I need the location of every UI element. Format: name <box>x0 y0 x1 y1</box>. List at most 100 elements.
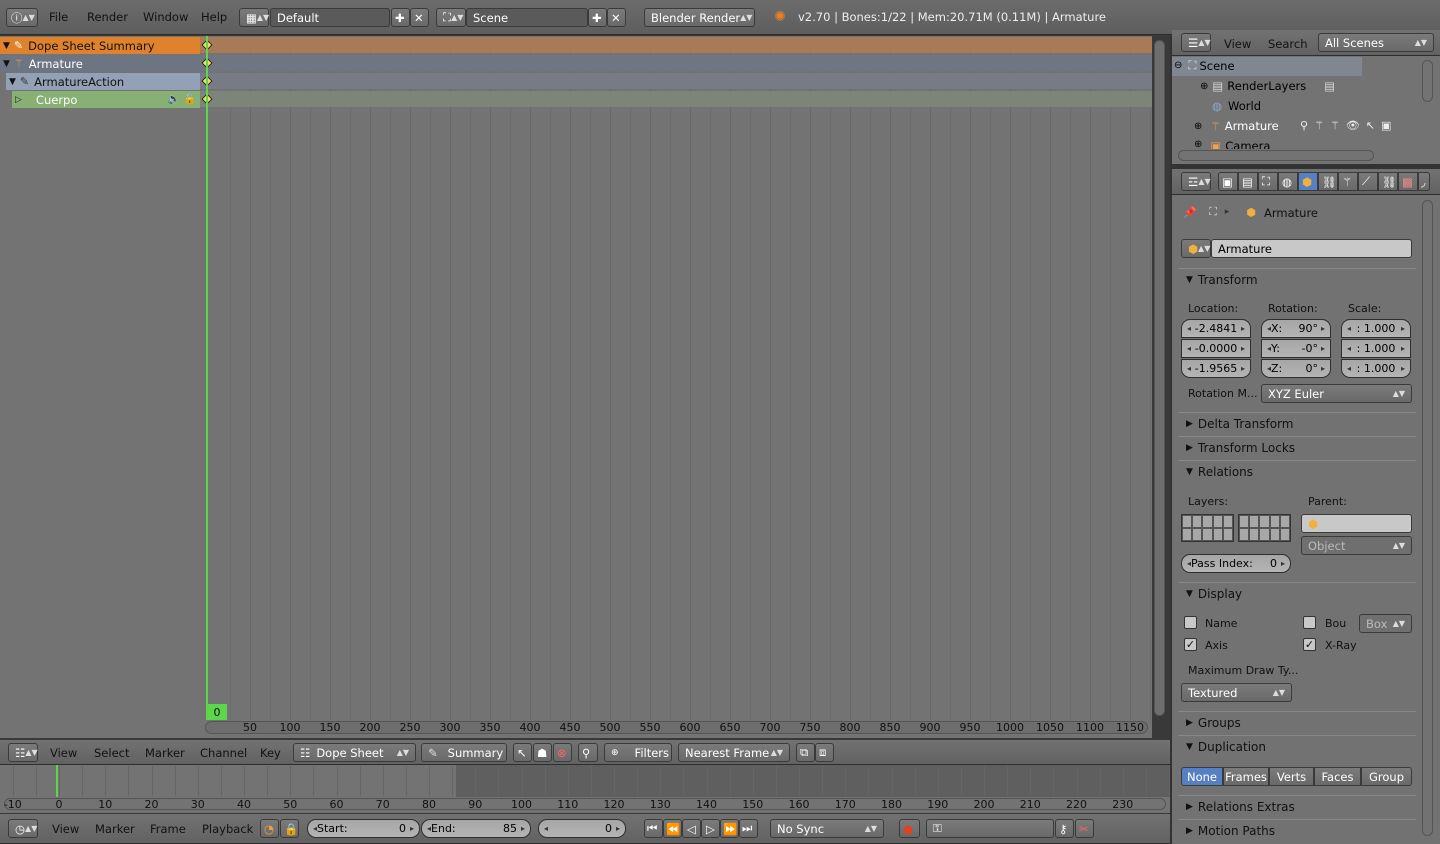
scene-field[interactable]: Scene <box>466 8 588 27</box>
outliner-menu-search[interactable]: Search <box>1268 37 1308 51</box>
menu-help[interactable]: Help <box>201 10 227 24</box>
tab-scene[interactable]: ⛶ <box>1258 172 1278 191</box>
add-screen-button[interactable]: ✚ <box>391 8 410 27</box>
editor-type-info-button[interactable]: ⓘ ▲▼ <box>6 8 38 27</box>
tab-bone[interactable]: ⟋ <box>1358 172 1378 191</box>
lock-time-cursor-button[interactable]: 🔒 <box>280 819 299 838</box>
display-xray-checkbox[interactable]: ✓ <box>1303 638 1316 651</box>
timeline-menu-marker[interactable]: Marker <box>95 822 135 836</box>
timeline-menu-view[interactable]: View <box>52 822 79 836</box>
dupli-frames-button[interactable]: Frames <box>1223 767 1269 786</box>
timeline-playhead[interactable] <box>56 765 58 797</box>
jump-to-start-button[interactable]: ⏮ <box>644 819 663 838</box>
outliner-menu-view[interactable]: View <box>1224 37 1251 51</box>
dopesheet-vertical-scrollbar[interactable] <box>1154 40 1165 716</box>
eye-icon[interactable]: 👁 <box>1346 119 1360 132</box>
channel-cuerpo[interactable]: ▷ Cuerpo 🔈 🔓 <box>12 91 200 108</box>
auto-snap-dropdown[interactable]: Nearest Frame ▲▼ <box>678 743 790 762</box>
panel-transform-header[interactable]: ▼ Transform <box>1178 268 1416 290</box>
display-bounds-checkbox[interactable] <box>1303 616 1316 629</box>
panel-motion-paths-header[interactable]: ▶ Motion Paths <box>1178 819 1416 841</box>
delete-scene-button[interactable]: ✕ <box>607 8 626 27</box>
bounds-type-dropdown[interactable]: Box ▲▼ <box>1359 614 1412 633</box>
editor-type-timeline-button[interactable]: ◷ ▲▼ <box>8 819 38 838</box>
bone-icon[interactable]: ⚚ <box>1330 119 1340 132</box>
auto-keyframe-record-button[interactable]: ● <box>899 819 920 838</box>
render-layer-toggle-icon[interactable]: ▤ <box>1324 79 1335 93</box>
menu-window[interactable]: Window <box>143 10 188 24</box>
object-name-field[interactable]: Armature <box>1211 239 1412 258</box>
render-engine-dropdown[interactable]: Blender Render ▲▼ <box>644 8 755 27</box>
tab-bone-constraints[interactable]: ⛓ <box>1378 172 1398 191</box>
delete-keyframe-button[interactable]: ✂ <box>1075 819 1094 838</box>
display-name-checkbox[interactable] <box>1184 616 1197 629</box>
add-scene-button[interactable]: ✚ <box>588 8 607 27</box>
jump-keyframe-back-button[interactable]: ⏪ <box>663 819 682 838</box>
display-axis-checkbox[interactable]: ✓ <box>1184 638 1197 651</box>
channel-dope-sheet-summary[interactable]: ▼ ✎ Dope Sheet Summary <box>0 37 200 54</box>
dupli-none-button[interactable]: None <box>1181 767 1223 786</box>
tab-texture[interactable]: ▩ <box>1398 172 1418 191</box>
pass-index-field[interactable]: ◂ Pass Index: 0 ▸ <box>1181 554 1291 573</box>
location-x-field[interactable]: ◂ -2.4841 ▸ <box>1181 319 1251 338</box>
panel-display-header[interactable]: ▼ Display <box>1178 582 1416 604</box>
paste-keyframes-button[interactable]: ⧈ <box>815 743 834 762</box>
outliner-display-mode-dropdown[interactable]: All Scenes ▲▼ <box>1318 33 1434 52</box>
delete-screen-button[interactable]: ✕ <box>410 8 429 27</box>
scene-selector[interactable]: ⛶ ▲▼ <box>436 8 466 27</box>
filters-button[interactable]: ⊕ Filters <box>604 743 672 762</box>
location-z-field[interactable]: ◂ -1.9565 ▸ <box>1181 359 1251 378</box>
dupli-group-button[interactable]: Group <box>1361 767 1412 786</box>
dopesheet-menu-key[interactable]: Key <box>260 746 281 760</box>
tab-object[interactable]: ⬢ <box>1298 172 1318 191</box>
panel-delta-transform-header[interactable]: ▶ Delta Transform <box>1178 412 1416 434</box>
armature-data-icon[interactable]: ⚚ <box>1314 119 1324 132</box>
pin-icon[interactable]: 📌 <box>1182 204 1198 220</box>
editor-type-dopesheet-button[interactable]: ☷ ▲▼ <box>8 743 38 762</box>
preview-range-button[interactable]: ◔ <box>260 819 279 838</box>
current-frame-field[interactable]: ◂ 0 ▸ <box>538 819 626 838</box>
properties-vertical-scrollbar[interactable] <box>1422 200 1433 836</box>
camera-render-icon[interactable]: ▣ <box>1381 119 1391 132</box>
channel-armature[interactable]: ▼ ⚚ Armature <box>0 55 200 72</box>
parent-field[interactable]: ⬢ <box>1301 514 1412 533</box>
jump-keyframe-forward-button[interactable]: ⏩ <box>720 819 739 838</box>
panel-relations-header[interactable]: ▼ Relations <box>1178 460 1416 482</box>
outliner-item-armature[interactable]: ⊕ ⚚ Armature <box>1194 119 1279 133</box>
copy-keyframes-button[interactable]: ⧉ <box>796 743 815 762</box>
insert-keyframe-button[interactable]: ⚷ <box>1055 819 1074 838</box>
outliner-item-world[interactable]: ◍ World <box>1212 99 1261 113</box>
panel-duplication-header[interactable]: ▼ Duplication <box>1178 735 1416 757</box>
timeline-menu-frame[interactable]: Frame <box>150 822 186 836</box>
rotation-z-field[interactable]: ◂ Z: 0° ▸ <box>1261 359 1331 378</box>
dopesheet-mode-dropdown[interactable]: ☷ Dope Sheet ▲▼ <box>293 743 416 762</box>
screen-layout-selector[interactable]: ▦ ▲▼ <box>239 8 269 27</box>
start-frame-field[interactable]: ◂ Start: 0 ▸ <box>307 819 420 838</box>
max-draw-type-dropdown[interactable]: Textured ▲▼ <box>1181 683 1292 702</box>
search-filter-button[interactable]: ⚲ <box>578 743 598 762</box>
layers-grid-right[interactable] <box>1238 514 1291 542</box>
tab-render[interactable]: ▣ <box>1218 172 1238 191</box>
show-hidden-button[interactable]: ☗ <box>533 743 552 762</box>
object-datablock-selector[interactable]: ⬢ ▲▼ <box>1181 239 1211 258</box>
timeline-menu-playback[interactable]: Playback <box>202 822 253 836</box>
only-errors-button[interactable]: ⊗ <box>553 743 572 762</box>
dupli-verts-button[interactable]: Verts <box>1269 767 1314 786</box>
outliner-horizontal-scrollbar[interactable] <box>1178 150 1374 161</box>
tab-armature-data[interactable]: ⚚ <box>1338 172 1358 191</box>
tab-constraints[interactable]: ⛓ <box>1318 172 1338 191</box>
panel-transform-locks-header[interactable]: ▶ Transform Locks <box>1178 436 1416 458</box>
only-selected-button[interactable]: ↖ <box>513 743 532 762</box>
parent-type-dropdown[interactable]: Object ▲▼ <box>1301 536 1412 555</box>
current-frame-indicator[interactable]: 0 <box>207 704 227 720</box>
end-frame-field[interactable]: ◂ End: 85 ▸ <box>421 819 531 838</box>
rotation-mode-dropdown[interactable]: XYZ Euler ▲▼ <box>1261 384 1412 403</box>
dopesheet-menu-view[interactable]: View <box>50 746 77 760</box>
menu-render[interactable]: Render <box>87 10 128 24</box>
editor-type-outliner-button[interactable]: ☰ ▲▼ <box>1181 33 1211 52</box>
scale-x-field[interactable]: ◂: 1.000 ▸ <box>1341 319 1411 338</box>
dopesheet-menu-select[interactable]: Select <box>94 746 129 760</box>
dopesheet-menu-marker[interactable]: Marker <box>145 746 185 760</box>
jump-to-end-button[interactable]: ⏭ <box>739 819 758 838</box>
playhead-line[interactable] <box>206 36 208 720</box>
